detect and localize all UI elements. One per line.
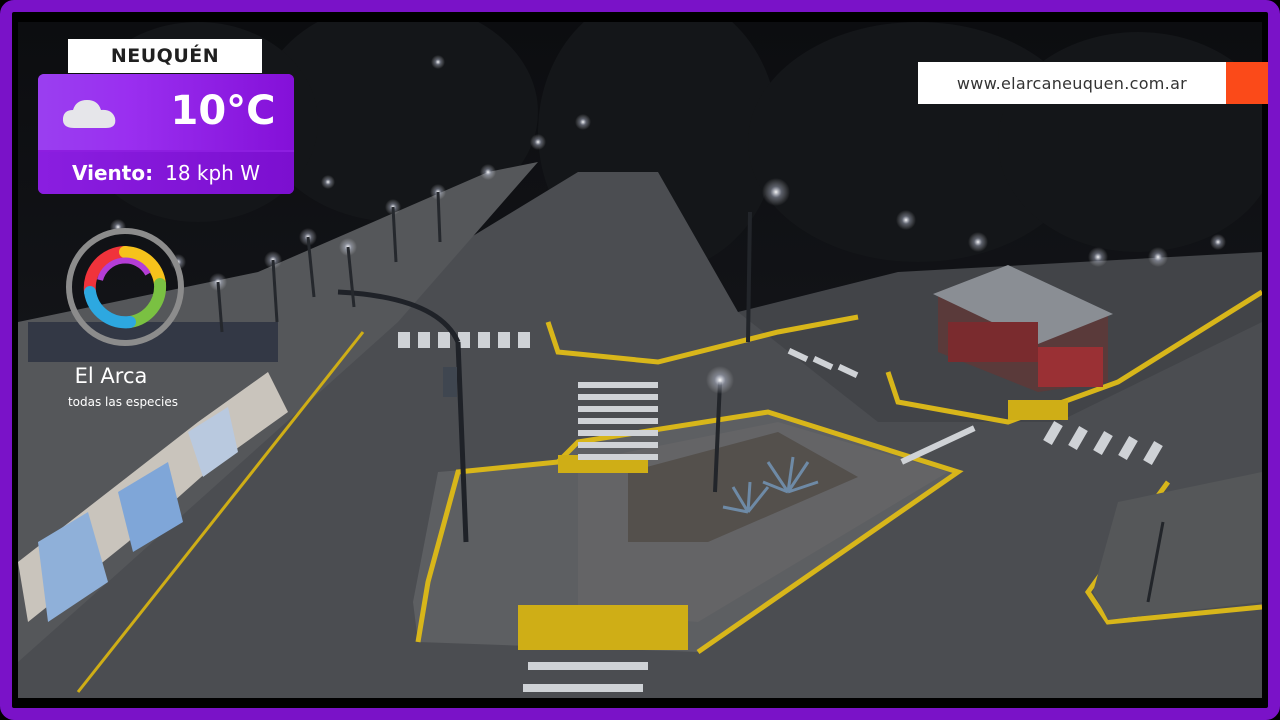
weather-current: 10°C [38, 74, 294, 150]
cloud-icon [62, 100, 116, 128]
temperature: 10°C [170, 88, 276, 134]
brand-tagline: todas las especies [67, 395, 179, 409]
brand-name: El Arca [74, 364, 148, 388]
wind-value: 18 kph W [165, 161, 260, 185]
el-arca-logo-icon [66, 228, 184, 346]
website-accent [1226, 62, 1268, 104]
wind-label: Viento: [72, 161, 154, 185]
stream-frame: NEUQUÉN 10°C Viento: 18 kph W www.elarca… [0, 0, 1280, 720]
website-label: www.elarcaneuquen.com.ar [918, 62, 1226, 104]
city-label: NEUQUÉN [68, 39, 262, 73]
weather-panel: 10°C Viento: 18 kph W [38, 74, 294, 194]
wind-row: Viento: 18 kph W [38, 152, 294, 194]
